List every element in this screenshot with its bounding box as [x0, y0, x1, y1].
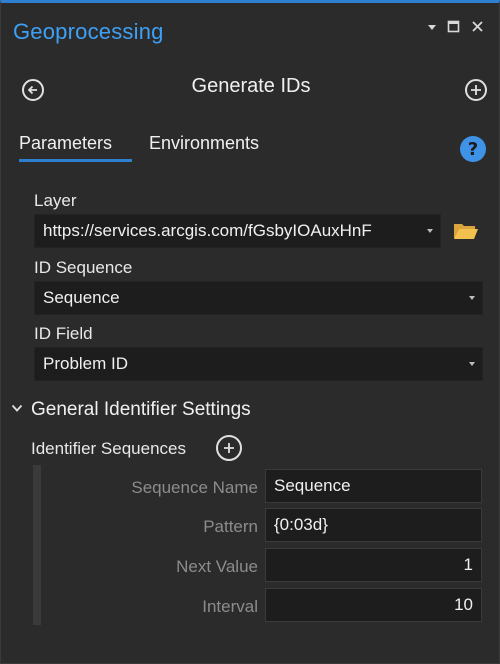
sequence-name-label: Sequence Name	[131, 478, 258, 497]
add-icon	[223, 442, 235, 454]
help-icon[interactable]: ?	[460, 136, 486, 162]
layer-dropdown-arrow-icon[interactable]	[427, 229, 433, 233]
add-tool-button[interactable]	[465, 79, 487, 101]
sequence-group-bar	[33, 465, 41, 625]
chevron-down-icon	[469, 362, 475, 366]
id-sequence-dropdown[interactable]: Sequence	[34, 281, 483, 315]
folder-icon[interactable]	[453, 221, 479, 246]
pin-dropdown-icon[interactable]	[426, 19, 438, 39]
layer-input[interactable]: https://services.arcgis.com/fGsbyIOAuxHn…	[34, 214, 441, 248]
layer-label: Layer	[34, 191, 77, 210]
tab-environments[interactable]: Environments	[149, 133, 259, 154]
tab-parameters[interactable]: Parameters	[19, 133, 112, 154]
interval-input[interactable]: 10	[265, 588, 482, 622]
active-tab-indicator	[19, 159, 132, 162]
layer-value: https://services.arcgis.com/fGsbyIOAuxHn…	[43, 221, 372, 240]
id-field-dropdown[interactable]: Problem ID	[34, 347, 483, 381]
help-glyph: ?	[467, 138, 479, 160]
pane-titlebar: Geoprocessing	[1, 11, 500, 47]
next-value-input[interactable]: 1	[265, 548, 482, 582]
id-field-value: Problem ID	[43, 354, 129, 373]
next-value-label: Next Value	[176, 557, 258, 576]
id-sequence-label: ID Sequence	[34, 258, 133, 277]
geoprocessing-pane: Geoprocessing Generate IDs Parameters En…	[0, 0, 500, 664]
chevron-down-icon	[469, 296, 475, 300]
section-title[interactable]: General Identifier Settings	[31, 399, 251, 421]
id-sequence-value: Sequence	[43, 288, 120, 307]
identifier-sequences-label: Identifier Sequences	[31, 439, 186, 458]
sequence-name-input[interactable]: Sequence	[265, 469, 482, 503]
close-icon[interactable]	[471, 19, 484, 39]
add-icon	[470, 84, 482, 96]
pattern-input[interactable]: {0:03d}	[265, 508, 482, 542]
section-collapse-icon[interactable]	[11, 401, 23, 419]
interval-label: Interval	[202, 597, 258, 616]
maximize-icon[interactable]	[447, 19, 460, 39]
pattern-label: Pattern	[203, 517, 258, 536]
add-sequence-button[interactable]	[216, 435, 242, 461]
tool-title: Generate IDs	[191, 75, 311, 97]
pane-title: Geoprocessing	[13, 19, 164, 44]
id-field-label: ID Field	[34, 324, 93, 343]
